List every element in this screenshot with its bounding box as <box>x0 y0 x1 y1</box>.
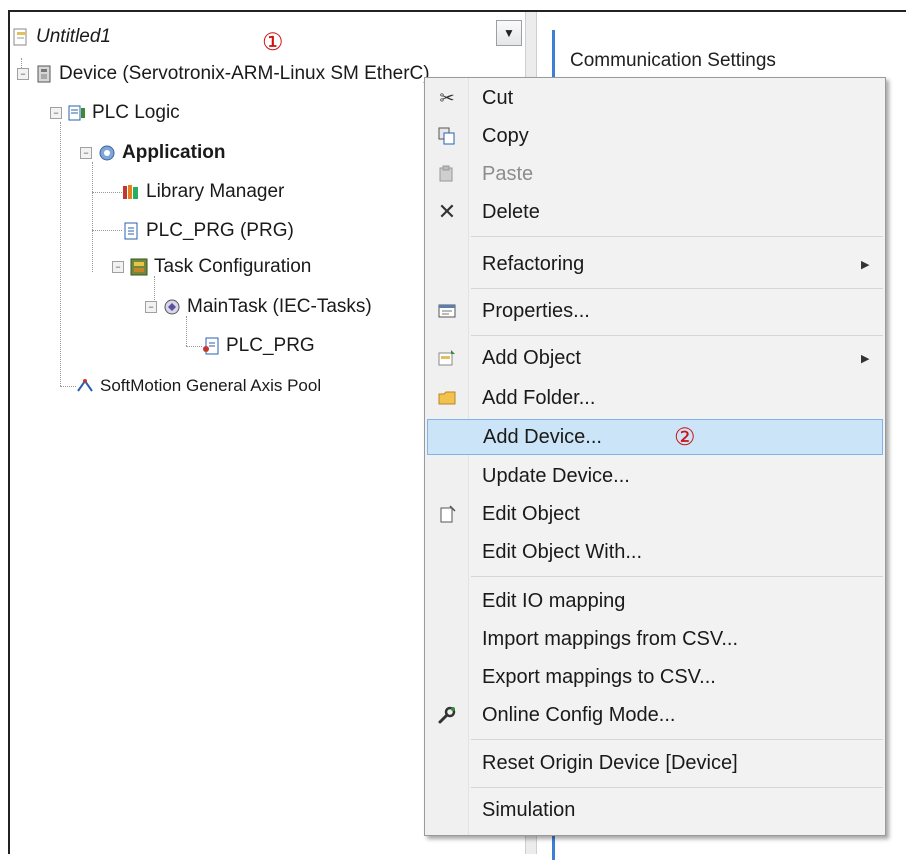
menu-item-edit-object[interactable]: Edit Object <box>427 496 883 532</box>
tree-item-label: Untitled1 <box>36 26 111 47</box>
annotation-marker-2: ② <box>674 425 696 451</box>
tree-item-label: PLC Logic <box>92 102 180 123</box>
collapse-icon[interactable]: − <box>112 261 124 273</box>
collapse-icon[interactable]: − <box>80 147 92 159</box>
tree-item-label: MainTask (IEC-Tasks) <box>187 296 372 317</box>
tree-item-label: PLC_PRG <box>226 335 315 356</box>
menu-item-export-mappings[interactable]: Export mappings to CSV... <box>427 659 883 695</box>
submenu-arrow-icon: ▶ <box>861 258 870 271</box>
edit-object-icon <box>427 496 467 532</box>
add-object-icon <box>427 340 467 376</box>
copy-icon <box>427 118 467 154</box>
tree-item-plc-logic[interactable]: − PLC Logic <box>50 98 180 128</box>
tree-dropdown-button[interactable]: ▼ <box>496 20 522 46</box>
wrench-icon <box>427 697 467 733</box>
task-configuration-icon <box>130 258 148 276</box>
submenu-arrow-icon: ▶ <box>861 352 870 365</box>
tree-item-library-manager[interactable]: Library Manager <box>122 177 284 207</box>
tree-item-main-task[interactable]: − MainTask (IEC-Tasks) <box>145 292 372 322</box>
tree-item-label: Library Manager <box>146 181 285 202</box>
tree-item-label: Device (Servotronix-ARM-Linux SM EtherC) <box>59 63 430 84</box>
tree-item-label: SoftMotion General Axis Pool <box>100 376 322 395</box>
menu-item-edit-object-with[interactable]: Edit Object With... <box>427 534 883 570</box>
program-call-icon <box>202 337 220 355</box>
menu-item-import-mappings[interactable]: Import mappings from CSV... <box>427 621 883 657</box>
device-icon <box>35 65 53 83</box>
menu-item-add-object[interactable]: Add Object ▶ <box>427 340 883 376</box>
menu-item-edit-io-mapping[interactable]: Edit IO mapping <box>427 583 883 619</box>
application-icon <box>98 144 116 162</box>
tree-item-application[interactable]: − Application <box>80 138 225 168</box>
menu-separator <box>471 787 883 788</box>
tree-connector <box>60 122 61 386</box>
collapse-icon[interactable]: − <box>50 107 62 119</box>
menu-item-update-device[interactable]: Update Device... <box>427 458 883 494</box>
chevron-down-icon: ▼ <box>503 26 515 40</box>
tree-connector <box>92 230 122 231</box>
tree-item-task-configuration[interactable]: − Task Configuration <box>112 252 311 282</box>
menu-item-cut[interactable]: ✂ Cut <box>427 80 883 116</box>
tree-connector <box>60 386 76 387</box>
menu-separator <box>471 739 883 740</box>
library-icon <box>122 183 140 201</box>
menu-item-delete[interactable]: ✕ Delete <box>427 194 883 230</box>
menu-item-properties[interactable]: Properties... <box>427 293 883 329</box>
menu-separator <box>471 236 883 237</box>
menu-item-paste[interactable]: Paste <box>427 156 883 192</box>
delete-icon: ✕ <box>437 199 457 224</box>
menu-separator <box>471 335 883 336</box>
tree-connector <box>92 192 122 193</box>
menu-item-reset-origin-device[interactable]: Reset Origin Device [Device] <box>427 745 883 781</box>
tree-item-plc-prg[interactable]: PLC_PRG <box>202 331 315 361</box>
menu-item-refactoring[interactable]: Refactoring ▶ <box>427 246 883 282</box>
menu-item-add-device[interactable]: Add Device... <box>427 419 883 455</box>
folder-icon <box>427 380 467 416</box>
program-icon <box>122 222 140 240</box>
tree-item-label: PLC_PRG (PRG) <box>146 220 294 241</box>
collapse-icon[interactable]: − <box>145 301 157 313</box>
tree-item-plc-prg-prg[interactable]: PLC_PRG (PRG) <box>122 216 294 246</box>
menu-separator <box>471 576 883 577</box>
tree-connector <box>186 346 202 347</box>
menu-item-simulation[interactable]: Simulation <box>427 792 883 828</box>
scissors-icon: ✂ <box>439 87 455 108</box>
menu-item-add-folder[interactable]: Add Folder... <box>427 380 883 416</box>
tree-item-project[interactable]: Untitled1 <box>12 22 111 52</box>
tree-item-label: Task Configuration <box>154 256 312 277</box>
tree-item-softmotion-axis-pool[interactable]: SoftMotion General Axis Pool <box>76 371 321 401</box>
tree-connector <box>92 162 93 272</box>
communication-settings-title[interactable]: Communication Settings <box>570 50 776 72</box>
menu-item-online-config-mode[interactable]: Online Config Mode... <box>427 697 883 733</box>
tree-item-label: Application <box>122 142 226 163</box>
context-menu: ✂ Cut Copy Paste ✕ Delete Refactoring ▶ … <box>424 77 886 836</box>
plc-logic-icon <box>68 104 86 122</box>
collapse-icon[interactable]: − <box>17 68 29 80</box>
menu-item-copy[interactable]: Copy <box>427 118 883 154</box>
properties-icon <box>427 293 467 329</box>
menu-separator <box>471 288 883 289</box>
task-icon <box>163 298 181 316</box>
axis-pool-icon <box>76 377 94 395</box>
paste-icon <box>427 156 467 192</box>
project-icon <box>12 28 30 46</box>
tree-item-device[interactable]: − Device (Servotronix-ARM-Linux SM Ether… <box>17 59 430 89</box>
annotation-marker-1: ① <box>262 30 284 56</box>
